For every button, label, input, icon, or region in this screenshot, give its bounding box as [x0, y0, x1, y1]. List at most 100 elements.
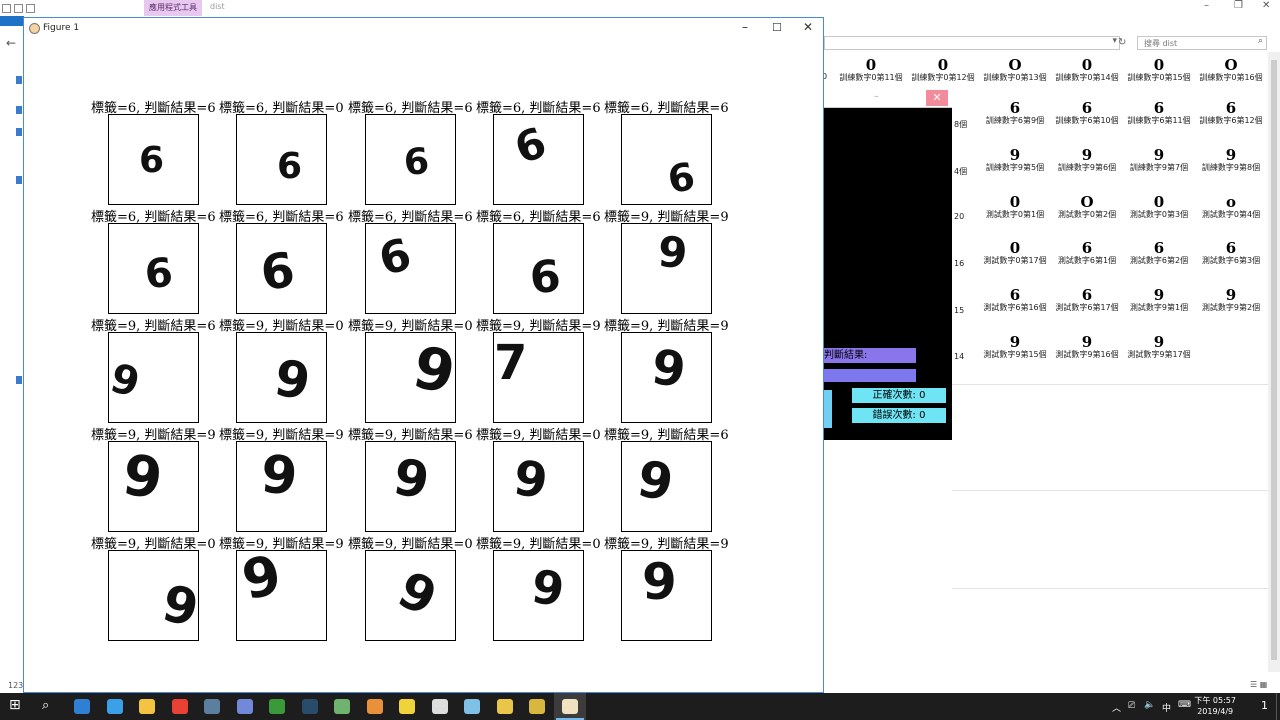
ime-indicator[interactable]: 中 [1162, 701, 1171, 720]
scrollbar[interactable] [1268, 52, 1280, 672]
file-thumbnail: 9 [1225, 146, 1237, 164]
digit-image: 9 [365, 550, 456, 641]
taskbar-app-folder[interactable] [131, 693, 163, 720]
clock[interactable]: 下午 05:57 2019/4/9 [1194, 695, 1236, 717]
digit-image: 6 [621, 114, 712, 205]
taskbar-app-figure[interactable] [553, 693, 586, 720]
scrollbar-thumb[interactable] [1271, 60, 1277, 660]
file-item[interactable]: O 訓練數字0第16個 [1195, 55, 1267, 99]
minimize-icon[interactable]: – [1204, 0, 1209, 11]
nav-icon[interactable] [16, 128, 22, 136]
file-item[interactable]: 9 測試數字9第17個 [1123, 332, 1195, 376]
file-item[interactable]: O 測試數字0第2個 [1051, 192, 1123, 236]
taskbar-app-discord[interactable] [229, 693, 261, 720]
taskbar-app-edge[interactable] [66, 693, 98, 720]
file-item[interactable]: 6 測試數字6第3個 [1195, 238, 1267, 282]
file-item[interactable]: 0 訓練數字0第15個 [1123, 55, 1195, 99]
nav-icon[interactable] [16, 376, 22, 384]
chevron-down-icon[interactable]: ▾ [1112, 36, 1117, 46]
taskbar-app-chrome[interactable] [164, 693, 196, 720]
handwritten-digit: 9 [528, 559, 568, 617]
file-item[interactable]: 0 測試數字0第1個 [979, 192, 1051, 236]
file-name: 訓練數字0第15個 [1127, 73, 1191, 82]
file-item[interactable]: 9 訓練數字9第5個 [979, 145, 1051, 189]
file-item[interactable]: 6 訓練數字6第10個 [1051, 98, 1123, 142]
digit-image: 6 [108, 223, 199, 314]
taskbar-app-notepad[interactable] [326, 693, 358, 720]
nav-icon[interactable] [16, 176, 22, 184]
close-icon[interactable]: ✕ [926, 90, 948, 106]
python2-icon [529, 699, 545, 714]
view-toggle-icon[interactable]: ☰ ▦ [1250, 680, 1267, 689]
taskbar-app-ie[interactable] [99, 693, 131, 720]
file-item[interactable]: 9 訓練數字9第6個 [1051, 145, 1123, 189]
file-item[interactable]: 9 測試數字9第15個 [979, 332, 1051, 376]
file-item[interactable]: 6 測試數字6第2個 [1123, 238, 1195, 282]
search-input[interactable]: 搜尋 dist ⌕ [1137, 36, 1267, 50]
file-item[interactable]: 6 測試數字6第1個 [1051, 238, 1123, 282]
file-item[interactable]: 6 訓練數字6第12個 [1195, 98, 1267, 142]
handwritten-digit: 9 [648, 338, 690, 400]
taskbar-app-app-blue[interactable] [456, 693, 488, 720]
taskbar-app-media[interactable] [359, 693, 391, 720]
file-item[interactable]: 6 測試數字6第16個 [979, 285, 1051, 329]
file-name-partial: 15 [954, 306, 965, 315]
ime-mode-icon[interactable]: ⌨ [1178, 700, 1191, 720]
show-desktop-button[interactable] [1276, 693, 1280, 720]
start-button[interactable]: ⊞ [0, 693, 32, 720]
nav-icon[interactable] [16, 106, 22, 114]
taskbar-app-steam[interactable] [196, 693, 228, 720]
properties-icon[interactable] [2, 4, 11, 13]
taskbar-app-python2[interactable] [521, 693, 553, 720]
file-thumbnail: 9 [1009, 146, 1021, 164]
file-item[interactable]: 9 測試數字9第2個 [1195, 285, 1267, 329]
restore-icon[interactable]: ❐ [1234, 0, 1243, 11]
minimize-icon[interactable]: – [742, 20, 748, 34]
file-item[interactable]: 0 測試數字0第3個 [1123, 192, 1195, 236]
file-item[interactable]: 6 訓練數字6第9個 [979, 98, 1051, 142]
search-icon[interactable]: ⌕ [1258, 36, 1263, 46]
file-name-partial: 4個 [954, 167, 968, 176]
file-item[interactable]: o 測試數字0第4個 [1195, 192, 1267, 236]
file-thumbnail: 6 [1081, 99, 1093, 117]
close-icon[interactable]: ✕ [1262, 0, 1270, 11]
file-item[interactable]: 6 測試數字6第17個 [1051, 285, 1123, 329]
taskbar-app-python[interactable] [489, 693, 521, 720]
tray-chevron-icon[interactable]: ︿ [1112, 701, 1121, 720]
network-icon[interactable]: ⎚ [1128, 701, 1135, 720]
ie-icon [106, 699, 123, 714]
file-item[interactable]: 9 測試數字9第1個 [1123, 285, 1195, 329]
maximize-icon[interactable]: ☐ [772, 21, 782, 34]
address-bar[interactable]: ▾ [824, 36, 1120, 50]
search-button[interactable]: ⌕ [32, 693, 64, 720]
notification-icon[interactable]: 1 [1261, 699, 1268, 712]
file-item[interactable]: O 訓練數字0第13個 [979, 55, 1051, 99]
file-item[interactable]: 0 測試數字0第17個 [979, 238, 1051, 282]
refresh-icon[interactable]: ↻ [1118, 37, 1126, 48]
file-thumbnail: 6 [1225, 239, 1237, 257]
taskbar: ⊞ ⌕ ︿ ⎚ 🔈 中 ⌨ 下午 05:57 2019/4/9 1 [0, 693, 1280, 720]
file-item[interactable]: 9 訓練數字9第7個 [1123, 145, 1195, 189]
file-name: 測試數字0第1個 [985, 210, 1045, 219]
file-item[interactable]: 6 訓練數字6第11個 [1123, 98, 1195, 142]
file-item[interactable]: 0 訓練數字0第14個 [1051, 55, 1123, 99]
file-item[interactable]: 9 訓練數字9第8個 [1195, 145, 1267, 189]
taskbar-app-sticky[interactable] [391, 693, 423, 720]
chrome-icon [171, 699, 188, 714]
notification-count: 1 [1261, 699, 1268, 712]
taskbar-app-lightroom[interactable] [294, 693, 326, 720]
taskbar-app-xbox[interactable] [261, 693, 293, 720]
close-icon[interactable]: ✕ [803, 20, 813, 34]
ribbon-tab-app-tools[interactable]: 應用程式工具 [144, 0, 202, 16]
taskbar-app-obs[interactable] [424, 693, 456, 720]
folder-icon[interactable] [14, 4, 23, 13]
action-button[interactable] [824, 390, 832, 428]
minimize-icon[interactable]: – [874, 91, 879, 102]
volume-icon[interactable]: 🔈 [1144, 700, 1155, 720]
file-item[interactable]: 9 測試數字9第16個 [1051, 332, 1123, 376]
file-tab[interactable] [0, 16, 24, 26]
nav-icon[interactable] [16, 76, 22, 84]
back-arrow-icon[interactable]: ← [6, 36, 16, 50]
divider [952, 490, 1268, 491]
dropdown-icon[interactable] [26, 4, 35, 13]
